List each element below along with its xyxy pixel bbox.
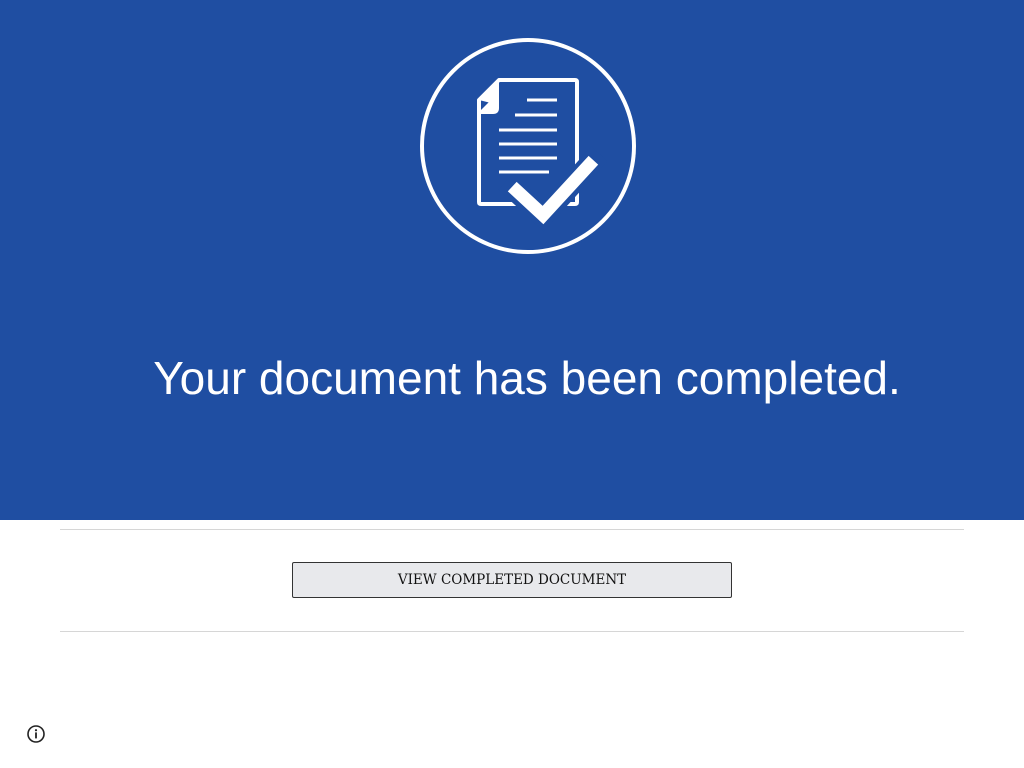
divider-bottom [60, 631, 964, 632]
completion-message: Your document has been completed. [153, 352, 901, 404]
divider-top [60, 529, 964, 530]
document-check-icon [420, 38, 636, 254]
info-icon[interactable] [26, 724, 46, 744]
view-completed-document-button[interactable]: VIEW COMPLETED DOCUMENT [292, 562, 732, 598]
completion-banner: Your document has been completed. [0, 0, 1024, 520]
